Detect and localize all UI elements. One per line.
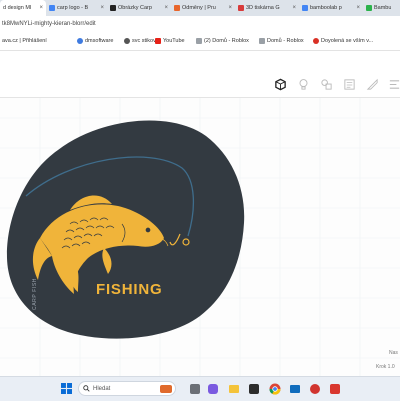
logo-model[interactable]: CARP FISH FISHING <box>0 98 400 376</box>
close-icon[interactable]: × <box>164 5 168 11</box>
tab-title: Obrázky Carp <box>118 5 152 11</box>
roblox-icon <box>259 38 265 44</box>
browser-tab-3d-tiskarna[interactable]: 3D tiskárna G × <box>235 0 299 16</box>
widget-icon[interactable] <box>160 384 172 393</box>
close-icon[interactable]: × <box>100 5 104 11</box>
address-bar[interactable]: tk8MwNYLi-mighty-kieran-blorr/edit <box>0 16 400 33</box>
bookmark-label: Domů - Roblox <box>267 38 304 44</box>
tab-title: 3D tiskárna G <box>246 5 280 11</box>
bookmark-item[interactable]: YouTube <box>155 38 185 44</box>
windows-taskbar: Hledat <box>0 376 400 401</box>
browser-tab-strip: d design MI × carp logo - B × Obrázky Ca… <box>0 0 400 16</box>
browser-tab-tinkercad[interactable]: d design MI × <box>0 0 46 16</box>
ruler-icon[interactable] <box>364 76 380 92</box>
google-favicon-icon <box>49 5 55 11</box>
gallery-icon[interactable] <box>188 382 201 395</box>
browser-tab-bamboolab[interactable]: bamboolab p × <box>299 0 363 16</box>
bookmarks-bar: ava.cz | Přihlášení dmsoftware svc stiko… <box>0 33 400 51</box>
browser-tab-carp-logo[interactable]: carp logo - B × <box>46 0 107 16</box>
chat-icon[interactable] <box>206 382 219 395</box>
bookmark-favicon-icon <box>124 38 130 44</box>
logo-text: FISHING <box>96 281 162 298</box>
step-label[interactable]: Krok 1.0 <box>376 364 395 370</box>
browser-tab-obrazky[interactable]: Obrázky Carp × <box>107 0 171 16</box>
close-icon[interactable]: × <box>356 5 360 11</box>
bookmark-item[interactable]: dmsoftware <box>77 38 113 44</box>
youtube-icon <box>155 38 161 44</box>
windows-start-icon[interactable] <box>60 382 73 395</box>
bookmark-label: dmsoftware <box>85 38 114 44</box>
bookmark-item[interactable]: svc stikov <box>124 38 156 44</box>
search-icon <box>83 385 90 392</box>
bookmark-label: Doyolená se vším v... <box>321 38 374 44</box>
url-text[interactable]: tk8MwNYLi-mighty-kieran-blorr/edit <box>2 21 96 27</box>
bookmark-item[interactable]: ava.cz | Přihlášení <box>2 38 47 44</box>
tab-title: Odměny | Pru <box>182 5 216 11</box>
lightbulb-icon[interactable] <box>295 76 311 92</box>
tab-title: Bambu <box>374 5 392 11</box>
bookmark-label: ava.cz | Přihlášení <box>2 38 47 44</box>
editor-toolbar <box>0 72 400 96</box>
taskbar-search[interactable]: Hledat <box>78 381 176 396</box>
tab-title: d design MI <box>3 5 32 11</box>
explorer-icon[interactable] <box>227 382 240 395</box>
side-label: CARP FISH <box>32 278 38 310</box>
mail-icon[interactable] <box>288 382 301 395</box>
align-icon[interactable] <box>386 76 400 92</box>
more-icon[interactable] <box>328 382 341 395</box>
site-favicon-icon <box>238 5 244 11</box>
bookmark-label: YouTube <box>163 38 185 44</box>
bookmark-item[interactable]: Domů - Roblox <box>259 38 304 44</box>
shapes-icon[interactable] <box>318 76 334 92</box>
close-icon[interactable]: × <box>292 5 296 11</box>
note-icon[interactable] <box>341 76 357 92</box>
bookmark-label: (2) Domů - Roblox <box>204 38 249 44</box>
google-favicon-icon <box>302 5 308 11</box>
search-placeholder: Hledat <box>93 385 111 392</box>
close-icon[interactable]: × <box>39 5 43 11</box>
media-icon[interactable] <box>308 382 321 395</box>
settings-label[interactable]: Nas <box>389 350 398 356</box>
browser-tab-odmeny[interactable]: Odměny | Pru × <box>171 0 235 16</box>
bookmark-favicon-icon <box>313 38 319 44</box>
bookmark-item[interactable]: Doyolená se vším v... <box>313 38 373 44</box>
view-cube-icon[interactable] <box>272 76 288 92</box>
bookmark-item[interactable]: (2) Domů - Roblox <box>196 38 249 44</box>
browser-tab-bambu[interactable]: Bambu <box>363 0 400 16</box>
app-icon[interactable] <box>247 382 260 395</box>
tab-title: carp logo - B <box>57 5 89 11</box>
close-icon[interactable]: × <box>228 5 232 11</box>
workplane-canvas[interactable]: CARP FISH FISHING <box>0 98 400 376</box>
site-favicon-icon <box>110 5 116 11</box>
tab-title: bamboolab p <box>310 5 342 11</box>
chrome-icon[interactable] <box>268 382 281 395</box>
bookmark-favicon-icon <box>77 38 83 44</box>
roblox-icon <box>196 38 202 44</box>
prusa-favicon-icon <box>174 5 180 11</box>
bambu-favicon-icon <box>366 5 372 11</box>
bookmark-label: svc stikov <box>132 38 156 44</box>
